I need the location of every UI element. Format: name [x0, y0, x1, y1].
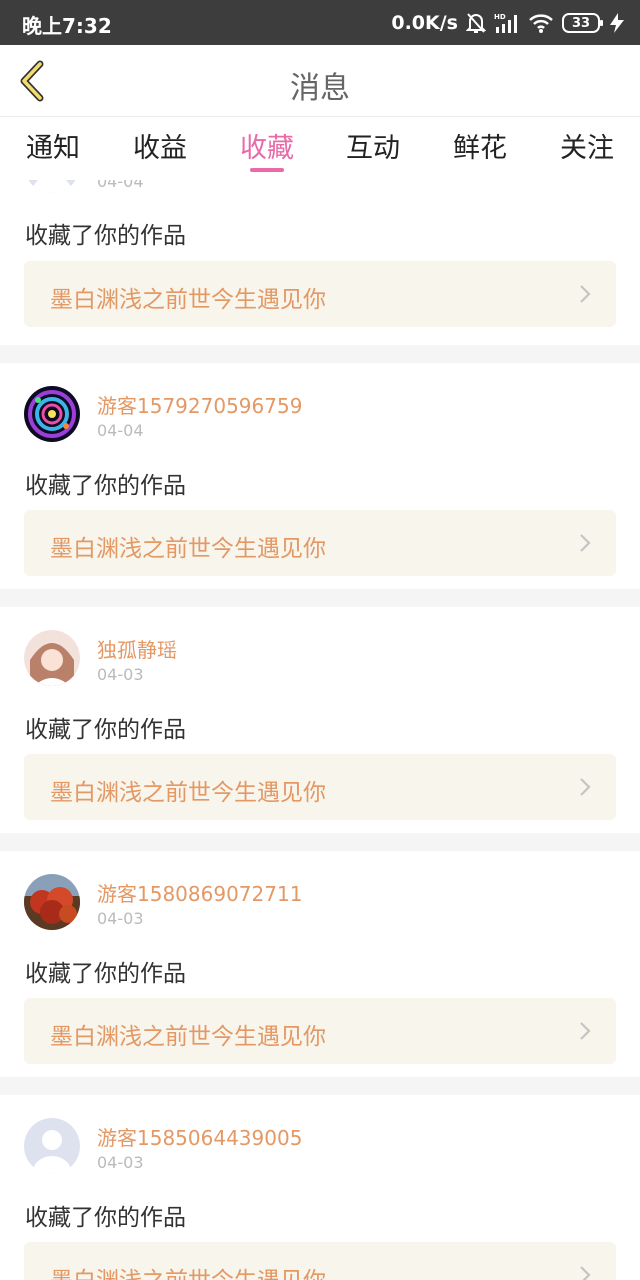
colorful-pattern-avatar-icon: [24, 386, 80, 442]
mute-bell-icon: [466, 12, 486, 34]
hd-label: HD: [494, 13, 506, 21]
work-link[interactable]: 墨白渊浅之前世今生遇见你: [24, 754, 616, 820]
work-title: 墨白渊浅之前世今生遇见你: [50, 287, 326, 313]
message-item: 游客1579270596759 04-04 收藏了你的作品 墨白渊浅之前世今生遇…: [0, 363, 640, 589]
tab-earnings[interactable]: 收益: [107, 126, 213, 165]
user-avatar[interactable]: [24, 1118, 80, 1174]
work-title: 墨白渊浅之前世今生遇见你: [50, 1261, 326, 1280]
user-name[interactable]: 游客1585064439005: [97, 1122, 302, 1151]
portrait-avatar-icon: [24, 630, 80, 686]
status-bar: 晚上7:32 0.0K/s HD 33: [0, 0, 640, 45]
message-date: 04-03: [97, 909, 144, 928]
user-name[interactable]: 游客1580869072711: [97, 878, 302, 907]
wifi-icon: [528, 12, 554, 34]
tab-notifications[interactable]: 通知: [0, 126, 106, 165]
message-action: 收藏了你的作品: [25, 473, 186, 499]
message-date: 04-03: [97, 665, 144, 684]
default-avatar-icon: [24, 1118, 80, 1174]
message-list[interactable]: 04-04 收藏了你的作品 墨白渊浅之前世今生遇见你 游客15792705967…: [0, 180, 640, 1280]
work-link[interactable]: 墨白渊浅之前世今生遇见你: [24, 998, 616, 1064]
status-icons: 0.0K/s HD 33: [391, 10, 626, 36]
charging-icon: [608, 12, 626, 34]
top-navigation-bar: 消息: [0, 45, 640, 117]
user-name[interactable]: 独孤静瑶: [97, 634, 177, 663]
work-title: 墨白渊浅之前世今生遇见你: [50, 1024, 326, 1050]
chevron-right-icon: [580, 534, 591, 552]
cellular-signal-icon: HD: [494, 12, 520, 34]
message-action: 收藏了你的作品: [25, 223, 186, 249]
message-action: 收藏了你的作品: [25, 717, 186, 743]
message-action: 收藏了你的作品: [25, 1205, 186, 1231]
user-name[interactable]: 游客1579270596759: [97, 390, 302, 419]
message-item: 04-04 收藏了你的作品 墨白渊浅之前世今生遇见你: [0, 180, 640, 345]
autumn-tree-avatar-icon: [24, 874, 80, 930]
user-avatar[interactable]: [24, 630, 80, 686]
message-item: 游客1580869072711 04-03 收藏了你的作品 墨白渊浅之前世今生遇…: [0, 851, 640, 1077]
network-speed: 0.0K/s: [391, 12, 458, 34]
chevron-right-icon: [580, 1022, 591, 1040]
work-title: 墨白渊浅之前世今生遇见你: [50, 780, 326, 806]
chevron-right-icon: [580, 285, 591, 303]
user-avatar[interactable]: [24, 180, 80, 193]
active-tab-indicator: [250, 168, 284, 172]
status-time: 晚上7:32: [22, 14, 112, 38]
tab-interactions[interactable]: 互动: [320, 126, 426, 165]
message-action: 收藏了你的作品: [25, 961, 186, 987]
message-tabs: 通知 收益 收藏 互动 鲜花 关注: [0, 118, 640, 180]
user-avatar[interactable]: [24, 874, 80, 930]
battery-level: 33: [571, 15, 591, 31]
tab-follows[interactable]: 关注: [534, 126, 640, 165]
tab-flowers[interactable]: 鲜花: [427, 126, 533, 165]
page-title: 消息: [290, 71, 350, 106]
message-item: 独孤静瑶 04-03 收藏了你的作品 墨白渊浅之前世今生遇见你: [0, 607, 640, 833]
work-link[interactable]: 墨白渊浅之前世今生遇见你: [24, 261, 616, 327]
message-date: 04-03: [97, 1153, 144, 1172]
tab-favorites[interactable]: 收藏: [214, 126, 320, 165]
work-title: 墨白渊浅之前世今生遇见你: [50, 536, 326, 562]
work-link[interactable]: 墨白渊浅之前世今生遇见你: [24, 1242, 616, 1280]
work-link[interactable]: 墨白渊浅之前世今生遇见你: [24, 510, 616, 576]
chevron-right-icon: [580, 1266, 591, 1280]
chevron-right-icon: [580, 778, 591, 796]
message-date: 04-04: [97, 180, 144, 191]
battery-icon: 33: [562, 13, 603, 33]
default-avatar-icon: [24, 180, 80, 193]
message-date: 04-04: [97, 421, 144, 440]
message-item: 游客1585064439005 04-03 收藏了你的作品 墨白渊浅之前世今生遇…: [0, 1095, 640, 1280]
user-avatar[interactable]: [24, 386, 80, 442]
